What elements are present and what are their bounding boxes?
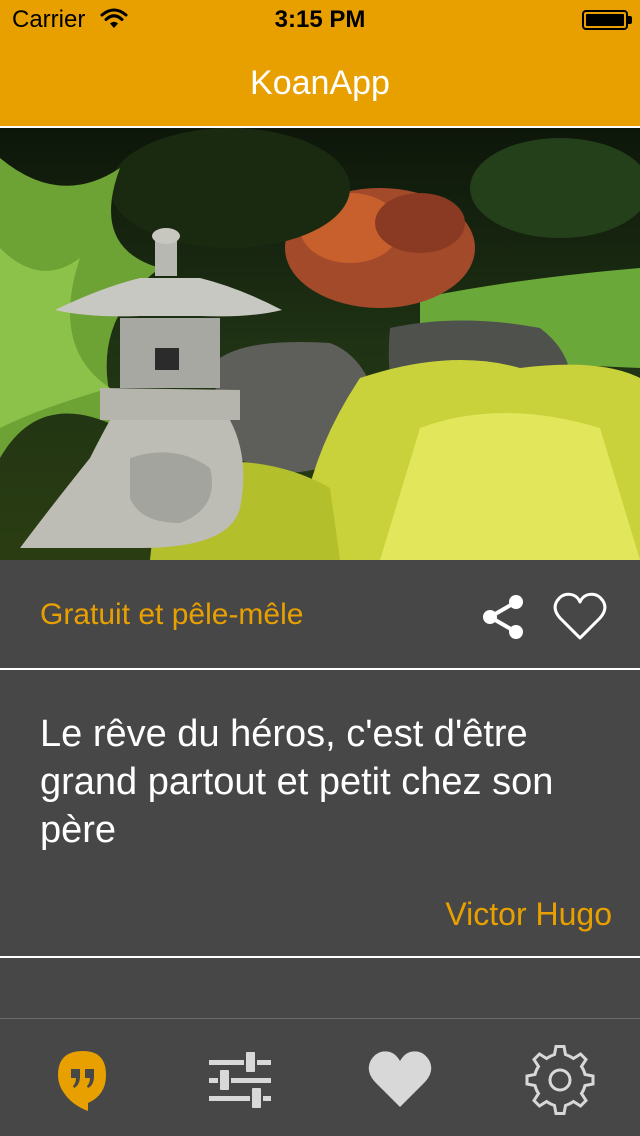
heart-outline-icon[interactable] [552, 590, 608, 642]
app-title: KoanApp [250, 64, 390, 102]
tab-bar [0, 1018, 640, 1136]
battery-icon [582, 10, 628, 30]
tab-quotes[interactable] [48, 1045, 118, 1115]
gear-icon [525, 1045, 595, 1115]
author-label[interactable]: Victor Hugo [445, 896, 612, 933]
navigation-bar: Carrier 3:15 PM KoanApp [0, 0, 640, 126]
tab-filters[interactable] [205, 1045, 275, 1115]
share-icon[interactable] [478, 592, 528, 642]
hero-image [0, 128, 640, 560]
quote-header: Gratuit et pêle-mêle [0, 560, 640, 668]
sliders-icon [209, 1050, 271, 1110]
status-bar: Carrier 3:15 PM [0, 0, 640, 40]
quote-divider-bottom [0, 956, 640, 958]
tab-settings[interactable] [525, 1045, 595, 1115]
battery-tip [628, 16, 632, 24]
garden-lantern-photo [0, 128, 640, 560]
tab-favorites[interactable] [365, 1045, 435, 1115]
collection-label[interactable]: Gratuit et pêle-mêle [40, 598, 303, 632]
heart-icon [368, 1051, 432, 1107]
quote-card: Le rêve du héros, c'est d'être grand par… [0, 670, 640, 956]
quote-text: Le rêve du héros, c'est d'être grand par… [40, 713, 554, 851]
status-time: 3:15 PM [274, 6, 366, 33]
